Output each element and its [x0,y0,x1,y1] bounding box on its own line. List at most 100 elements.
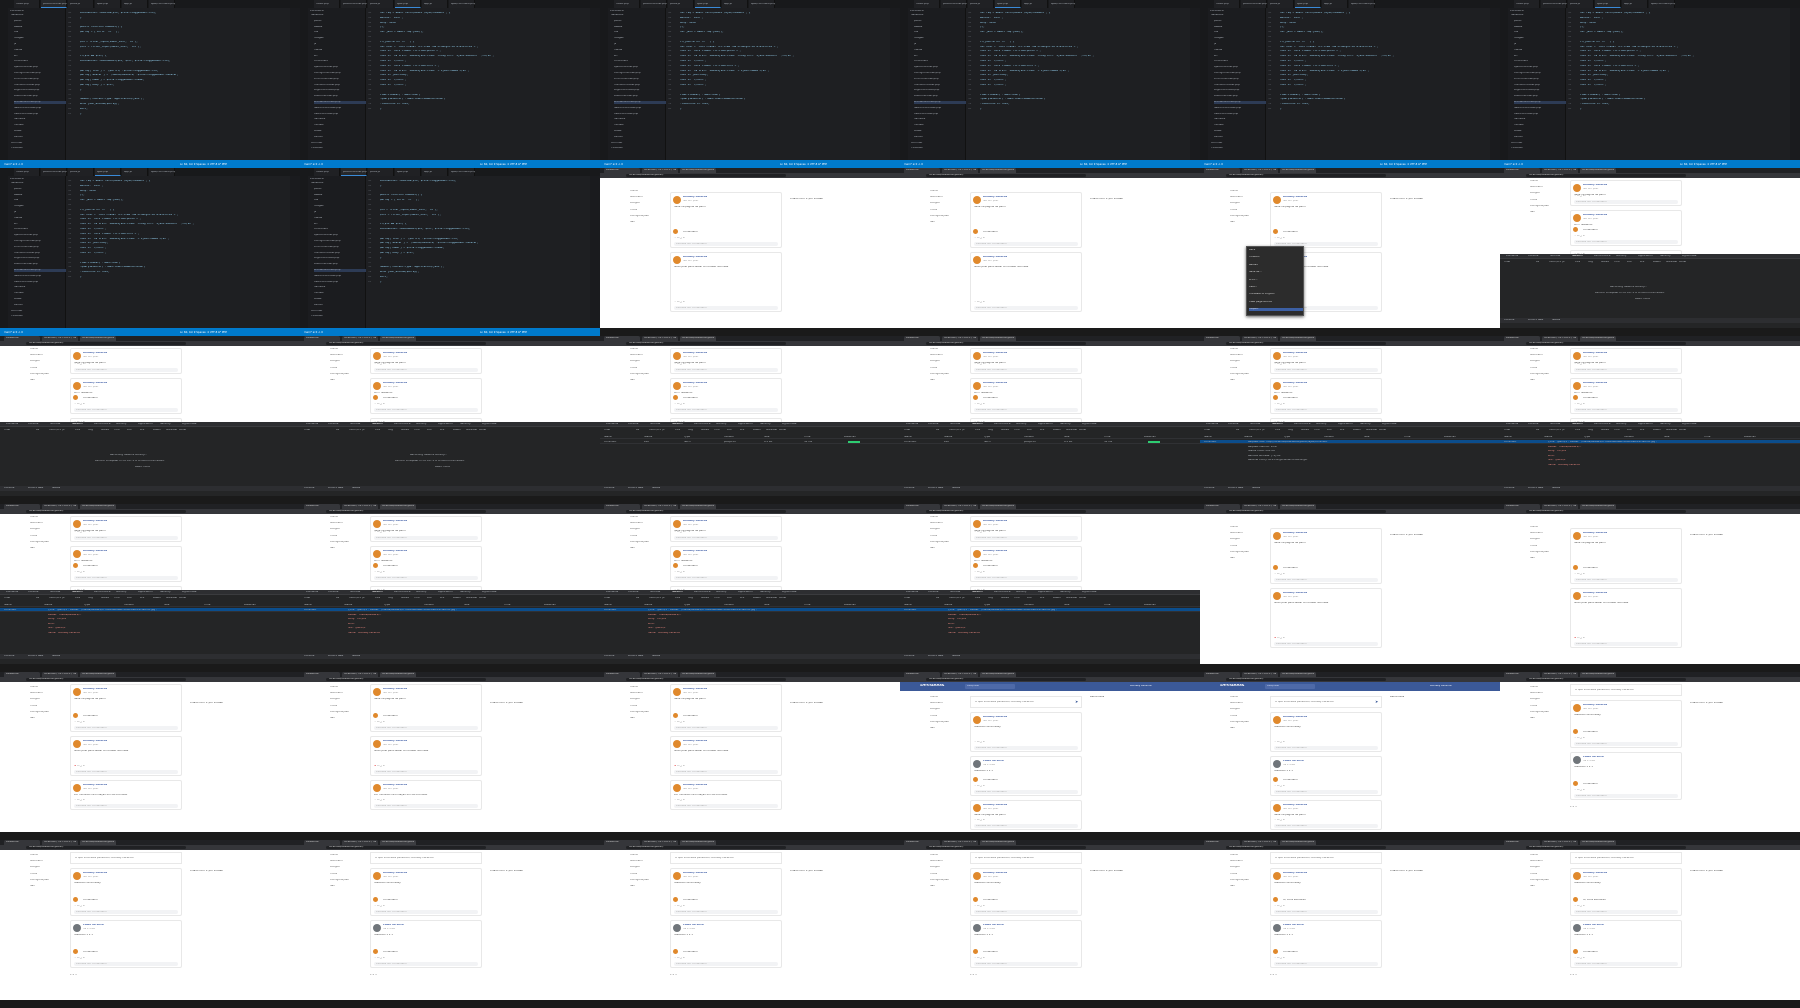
network-filter-chip[interactable]: Media [1001,597,1013,600]
explorer-item[interactable]: js [1514,43,1568,46]
avatar[interactable] [673,784,681,792]
explorer-item[interactable]: media [1214,49,1268,52]
avatar[interactable] [973,382,981,390]
network-column-header[interactable]: Initiator [1624,436,1662,439]
like-button[interactable]: ♡ 0 ▢ 0 [674,905,900,908]
network-filter-chip[interactable]: Manifest [766,597,778,600]
network-column-header[interactable]: Size [1664,436,1702,439]
explorer-item[interactable]: css [1514,31,1568,34]
post-author[interactable]: Bonieky Lacerda [683,784,900,787]
sidebar-item[interactable]: Fotos [1530,873,1568,876]
explorer-item[interactable]: js [914,43,968,46]
network-filter-input[interactable]: Filter [304,429,334,432]
drawer-tab[interactable]: What's New [28,487,50,490]
explorer-item[interactable]: assets [1214,26,1268,29]
sidebar-item[interactable]: Home [630,516,668,519]
network-filter-chip[interactable]: WS [1640,429,1652,432]
explorer-item[interactable]: OUTLINE [1511,142,1565,145]
url-field[interactable]: localhost/devsbook/public/ [326,342,486,345]
explorer-item[interactable]: public [1514,20,1568,23]
network-filter-chip[interactable]: Media [1001,429,1013,432]
comment-avatar[interactable] [1273,395,1278,400]
sidebar-item[interactable]: Home [1530,686,1568,689]
post-author[interactable]: Bonieky Lacerda [983,804,1200,807]
network-filter-chip[interactable]: Wasm [753,597,765,600]
like-button[interactable]: ♡ 0 ▢ 0 [374,363,600,366]
editor-tab[interactable]: index.php [314,0,340,8]
explorer-item[interactable]: LoginController.php [314,89,368,92]
comment-avatar[interactable] [373,713,378,718]
code-editor[interactable]: PostHandler::addLike($id, $this->loggedU… [366,176,590,328]
network-column-header[interactable]: Size [764,436,802,439]
network-filter-chip[interactable]: Manifest [1366,429,1378,432]
explorer-item[interactable]: TIMELINE [1211,147,1265,150]
explorer-item[interactable]: OUTLINE [911,142,965,145]
sidebar-item[interactable]: Sair [30,885,68,888]
network-filter-chip[interactable]: Font [1014,597,1026,600]
sidebar-item[interactable]: Meu Perfil [330,692,368,695]
sidebar-item[interactable]: Configurações [1230,721,1268,724]
sidebar-item[interactable]: Meu Perfil [1530,186,1568,189]
learn-more-link[interactable]: Learn more [435,466,465,469]
post-author[interactable]: Bonieky Lacerda [1283,804,1500,807]
avatar[interactable] [1273,804,1281,812]
explorer-item[interactable]: SearchController.php [314,107,368,110]
devtools-tab[interactable]: Performance [1594,255,1615,258]
network-filter-chip[interactable]: JS [62,597,74,600]
network-filter-chip[interactable]: Fetch/XHR [349,597,361,600]
comment-input[interactable]: Escreva um comentário [1274,368,1378,372]
explorer-item[interactable]: PostController.php [314,263,368,266]
comment-input[interactable]: Escreva um comentário [674,368,778,372]
network-filter-chip[interactable]: Wasm [1053,597,1065,600]
sidebar-item[interactable]: Meu Perfil [930,702,968,705]
sidebar-item[interactable]: Meu Perfil [630,196,668,199]
network-filter-chip[interactable]: Media [701,597,713,600]
sidebar-item[interactable]: Configurações [630,879,668,882]
drawer-tab[interactable]: Issues [1252,487,1274,490]
devtools-tab[interactable]: Network [372,591,393,594]
sidebar-item[interactable]: Amigos [1530,538,1568,541]
sidebar-item[interactable]: Amigos [930,866,968,869]
comment-input[interactable]: Escreva um comentário [374,962,478,966]
explorer-item[interactable]: ConfigController.php [314,240,368,243]
network-column-header[interactable]: Type [984,604,1022,607]
explorer-item[interactable]: models [1514,124,1568,127]
editor-tab[interactable]: ajax/comment.php [149,0,175,8]
new-post-box[interactable]: O que você está pensando, Bonieky Lacerd… [1570,684,1682,696]
sidebar-item[interactable]: Amigos [630,528,668,531]
sidebar-item[interactable]: Amigos [330,866,368,869]
drawer-tab[interactable]: Console [4,655,26,658]
network-filter-chip[interactable]: Other [1379,429,1391,432]
sidebar-item[interactable]: Configurações [930,721,968,724]
explorer-item[interactable]: vendor [1514,136,1568,139]
explorer-item[interactable]: assets [314,26,368,29]
post-author[interactable]: Paulo da Silva [1583,756,1800,759]
explorer-item[interactable]: ProfileController.php [14,101,68,104]
page-link[interactable]: 3 [375,974,377,976]
sidebar-item[interactable]: Fotos [930,715,968,718]
comment-input[interactable]: Escreva um comentário [374,804,478,808]
sidebar-item[interactable]: Fotos [630,209,668,212]
explorer-item[interactable]: views [314,130,368,133]
explorer-item[interactable]: handlers [314,286,368,289]
like-button[interactable]: ♡ 0 ▢ 0 [974,571,1200,574]
like-button[interactable]: ♡ 0 ▢ 0 [74,905,300,908]
explorer-item[interactable]: ProfileController.php [314,269,368,272]
editor-tab[interactable]: postController.php [641,0,667,8]
editor-tab[interactable]: index.php [14,168,40,176]
post-author[interactable]: Bonieky Lacerda [983,550,1200,553]
sidebar-item[interactable]: Fotos [330,535,368,538]
explorer-item[interactable]: ConfigController.php [14,240,68,243]
editor-scrollbar[interactable] [1490,8,1500,160]
explorer-item[interactable]: OUTLINE [11,142,65,145]
network-column-header[interactable]: Initiator [124,604,162,607]
network-column-header[interactable]: Initiator [1324,436,1362,439]
avatar[interactable] [1273,872,1281,880]
sidebar-item[interactable]: Configurações [30,373,68,376]
sidebar-item[interactable]: Sair [630,379,668,382]
sidebar-item[interactable]: Configurações [1530,551,1568,554]
explorer-item[interactable]: vendor [314,304,368,307]
explorer-item[interactable]: ProfileController.php [1514,101,1568,104]
sidebar-item[interactable]: Amigos [930,528,968,531]
network-column-header[interactable]: Status [944,604,982,607]
